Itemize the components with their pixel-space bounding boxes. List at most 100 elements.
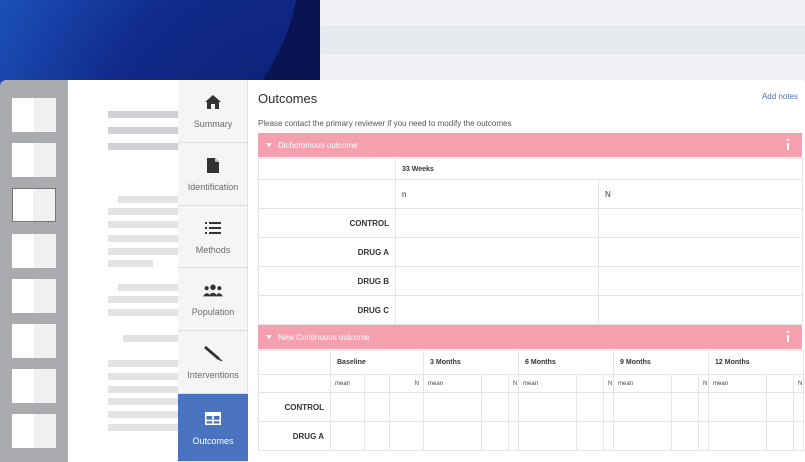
mean-input-cell[interactable] xyxy=(613,392,673,422)
tab-summary[interactable]: Summary xyxy=(178,80,248,143)
sd-input-cell[interactable] xyxy=(671,392,700,422)
people-icon xyxy=(203,281,223,299)
chevron-down-icon xyxy=(266,143,272,147)
sd-input-cell[interactable] xyxy=(481,421,510,451)
corner-cell xyxy=(258,179,396,209)
tab-interventions[interactable]: Interventions xyxy=(178,331,248,394)
timepoint-header: 12 Months xyxy=(708,350,805,375)
info-note: Please contact the primary reviewer if y… xyxy=(258,119,512,128)
sd-input-cell[interactable] xyxy=(364,392,390,422)
info-icon[interactable] xyxy=(786,139,790,151)
page-thumbnail[interactable] xyxy=(12,143,56,177)
N-input-cell[interactable] xyxy=(508,392,520,422)
row-label: DRUG A xyxy=(258,421,331,451)
timepoint-header: 9 Months xyxy=(613,350,710,375)
page-thumbnail[interactable] xyxy=(12,324,56,358)
subheader-N: N xyxy=(698,374,710,393)
N-input-cell[interactable] xyxy=(597,237,804,267)
mean-input-cell[interactable] xyxy=(708,421,768,451)
column-header-n: n xyxy=(395,179,599,209)
subheader-mean: mean xyxy=(423,374,483,393)
n-input-cell[interactable] xyxy=(395,208,599,238)
subheader-blank xyxy=(364,374,390,393)
mean-input-cell[interactable] xyxy=(518,421,578,451)
page-thumbnail-rail xyxy=(0,80,68,462)
tab-label: Population xyxy=(191,307,235,317)
page-thumbnail[interactable] xyxy=(12,414,56,448)
continuous-outcome-header[interactable]: New Continuous outcome xyxy=(258,325,802,349)
continuous-table: Baseline 3 Months 6 Months 9 Months 12 M… xyxy=(258,350,805,451)
add-notes-link[interactable]: Add notes xyxy=(762,92,798,101)
subheader-N: N xyxy=(603,374,615,393)
mean-input-cell[interactable] xyxy=(330,421,365,451)
N-input-cell[interactable] xyxy=(603,392,615,422)
sd-input-cell[interactable] xyxy=(576,392,605,422)
corner-cell xyxy=(258,158,396,180)
n-input-cell[interactable] xyxy=(395,266,599,296)
subheader-N: N xyxy=(388,374,425,393)
N-input-cell[interactable] xyxy=(508,421,520,451)
subheader-blank xyxy=(576,374,605,393)
syringe-icon xyxy=(203,344,223,362)
page-thumbnail-selected[interactable] xyxy=(12,188,56,222)
N-input-cell[interactable] xyxy=(388,421,425,451)
row-label: DRUG B xyxy=(258,266,396,296)
subheader-mean: mean xyxy=(708,374,768,393)
mean-input-cell[interactable] xyxy=(330,392,365,422)
outcomes-content: Outcomes Add notes Please contact the pr… xyxy=(258,80,805,462)
outcomes-card: Summary Identification Methods Populatio… xyxy=(178,80,805,462)
timepoint-header: 3 Months xyxy=(423,350,520,375)
info-icon[interactable] xyxy=(786,331,790,343)
subheader-blank xyxy=(671,374,700,393)
mean-input-cell[interactable] xyxy=(708,392,768,422)
N-input-cell[interactable] xyxy=(698,392,710,422)
subheader-N: N xyxy=(793,374,805,393)
row-label: CONTROL xyxy=(258,392,331,422)
column-header-N: N xyxy=(597,179,804,209)
N-input-cell[interactable] xyxy=(793,421,805,451)
N-input-cell[interactable] xyxy=(698,421,710,451)
n-input-cell[interactable] xyxy=(395,295,599,325)
tab-outcomes[interactable]: Outcomes xyxy=(178,394,248,462)
document-preview xyxy=(68,80,178,462)
page-thumbnail[interactable] xyxy=(12,234,56,268)
tab-label: Interventions xyxy=(187,370,239,380)
subheader-blank xyxy=(481,374,510,393)
mean-input-cell[interactable] xyxy=(423,421,483,451)
tab-identification[interactable]: Identification xyxy=(178,143,248,206)
section-tab-nav: Summary Identification Methods Populatio… xyxy=(178,80,248,462)
N-input-cell[interactable] xyxy=(388,392,425,422)
row-label: DRUG A xyxy=(258,237,396,267)
chevron-down-icon xyxy=(266,335,272,339)
subheader-mean: mean xyxy=(613,374,673,393)
N-input-cell[interactable] xyxy=(597,295,804,325)
page-thumbnail[interactable] xyxy=(12,98,56,132)
row-label: CONTROL xyxy=(258,208,396,238)
sd-input-cell[interactable] xyxy=(364,421,390,451)
background-band xyxy=(318,26,805,54)
dichotomous-outcome-header[interactable]: Dichotomous outcome xyxy=(258,133,802,157)
corner-cell xyxy=(258,350,331,375)
timepoint-header: 6 Months xyxy=(518,350,615,375)
n-input-cell[interactable] xyxy=(395,237,599,267)
sd-input-cell[interactable] xyxy=(576,421,605,451)
N-input-cell[interactable] xyxy=(597,208,804,238)
tab-label: Summary xyxy=(193,119,233,129)
tab-population[interactable]: Population xyxy=(178,268,248,331)
sd-input-cell[interactable] xyxy=(671,421,700,451)
page-thumbnail[interactable] xyxy=(12,279,56,313)
N-input-cell[interactable] xyxy=(597,266,804,296)
sd-input-cell[interactable] xyxy=(766,421,795,451)
tab-methods[interactable]: Methods xyxy=(178,206,248,268)
subheader-blank xyxy=(766,374,795,393)
page-thumbnail[interactable] xyxy=(12,369,56,403)
N-input-cell[interactable] xyxy=(793,392,805,422)
mean-input-cell[interactable] xyxy=(613,421,673,451)
sd-input-cell[interactable] xyxy=(766,392,795,422)
dichotomous-table: 33 Weeks n N CONTROL DRUG A DRUG B DRUG … xyxy=(258,158,804,325)
sd-input-cell[interactable] xyxy=(481,392,510,422)
mean-input-cell[interactable] xyxy=(423,392,483,422)
list-icon xyxy=(203,219,223,237)
mean-input-cell[interactable] xyxy=(518,392,578,422)
N-input-cell[interactable] xyxy=(603,421,615,451)
